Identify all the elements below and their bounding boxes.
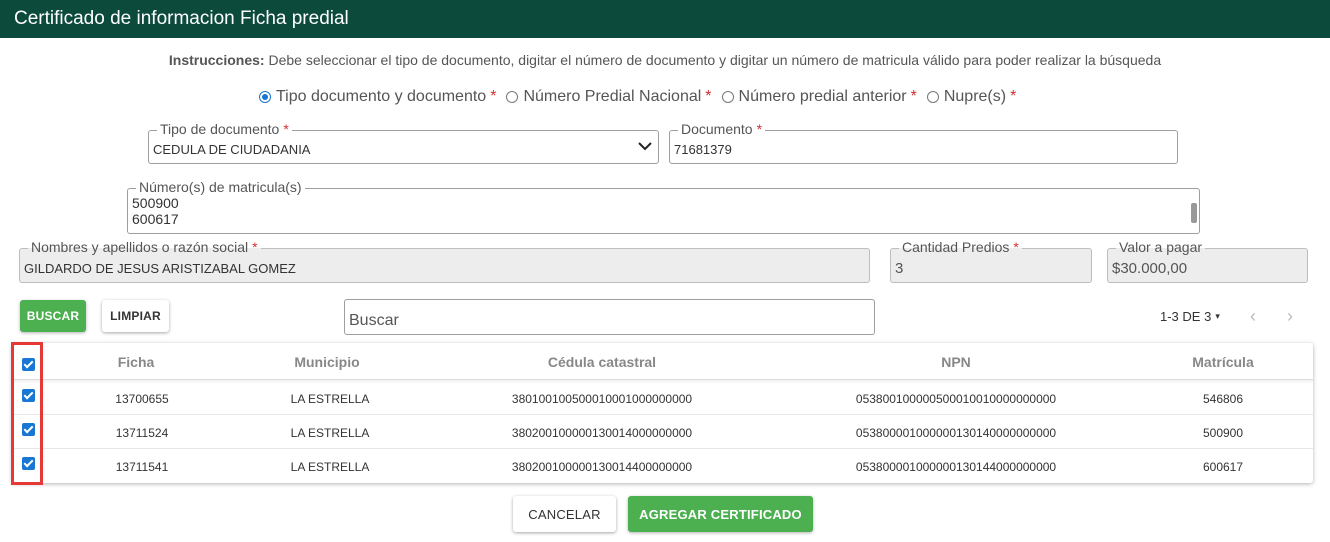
radio-button-checked-icon[interactable]: [259, 91, 271, 103]
results-table: Ficha Municipio Cédula catastral NPN Mat…: [12, 343, 1313, 483]
select-all-checkbox[interactable]: [22, 358, 35, 371]
instructions-text: Instrucciones: Debe seleccionar el tipo …: [0, 52, 1330, 68]
cell-npn: 053800001000000130144000000000: [855, 460, 1057, 474]
radio-label: Número Predial Nacional: [523, 88, 702, 105]
limpiar-button[interactable]: LIMPIAR: [102, 300, 169, 332]
cell-npn: 053800001000000130140000000000: [855, 426, 1057, 440]
cantidad-predios-value: 3: [895, 260, 904, 277]
chevron-right-icon[interactable]: ›: [1287, 306, 1293, 327]
table-row[interactable]: 13700655 LA ESTRELLA 3801001005000100010…: [12, 381, 1313, 415]
cell-matricula: 546806: [1202, 392, 1244, 406]
radio-tipo-documento[interactable]: Tipo documento y documento *: [259, 88, 496, 106]
column-header-cedula[interactable]: Cédula catastral: [548, 354, 656, 370]
row-checkbox[interactable]: [22, 457, 35, 470]
radio-label: Número predial anterior: [738, 88, 907, 105]
chevron-left-icon[interactable]: ‹: [1250, 306, 1256, 327]
documento-value: 71681379: [674, 142, 732, 157]
required-mark: *: [910, 88, 917, 105]
tipo-documento-select[interactable]: Tipo de documento * CEDULA DE CIUDADANIA: [148, 121, 659, 164]
textarea-scrollbar[interactable]: [1191, 203, 1197, 223]
valor-pagar-value: $30.000,00: [1112, 260, 1188, 277]
page-title: Certificado de informacion Ficha predial: [14, 8, 349, 29]
valor-pagar-label: Valor a pagar: [1116, 239, 1206, 255]
cell-cedula: 380200100000130014000000000: [511, 426, 693, 440]
cell-municipio: LA ESTRELLA: [290, 460, 370, 474]
required-mark: *: [705, 88, 712, 105]
radio-nupre[interactable]: Nupre(s) *: [926, 88, 1017, 106]
row-checkbox[interactable]: [22, 389, 35, 402]
required-mark: *: [1010, 88, 1017, 105]
cell-matricula: 500900: [1202, 426, 1244, 440]
cell-ficha: 13700655: [115, 392, 169, 406]
radio-npn[interactable]: Número Predial Nacional *: [506, 88, 712, 106]
pagination-text: 1-3 DE 3: [1160, 309, 1212, 324]
agregar-certificado-button[interactable]: AGREGAR CERTIFICADO: [628, 496, 813, 532]
documento-label: Documento *: [678, 121, 766, 137]
pagination-select[interactable]: 1-3 DE 3 ▾: [1160, 309, 1220, 324]
cell-npn: 053800100000500010010000000000: [855, 392, 1057, 406]
documento-field[interactable]: Documento * 71681379: [669, 121, 1178, 164]
radio-label: Tipo documento y documento: [276, 88, 487, 105]
cell-ficha: 13711541: [115, 460, 169, 474]
buscar-button[interactable]: BUSCAR: [20, 300, 86, 332]
radio-label: Nupre(s): [943, 88, 1007, 105]
valor-pagar-field: Valor a pagar $30.000,00: [1107, 239, 1308, 283]
nombres-value: GILDARDO DE JESUS ARISTIZABAL GOMEZ: [24, 261, 296, 276]
cell-ficha: 13711524: [115, 426, 169, 440]
chevron-down-icon[interactable]: [638, 139, 652, 153]
cantidad-predios-label: Cantidad Predios *: [899, 239, 1022, 255]
column-header-matricula[interactable]: Matrícula: [1192, 354, 1253, 370]
cell-matricula: 600617: [1202, 460, 1244, 474]
table-search-input[interactable]: [349, 312, 849, 330]
instructions-label: Instrucciones:: [168, 52, 265, 68]
matricula-line: 500900: [132, 195, 179, 211]
cell-municipio: LA ESTRELLA: [290, 426, 370, 440]
row-checkbox[interactable]: [22, 423, 35, 436]
cantidad-predios-field: Cantidad Predios * 3: [890, 239, 1092, 283]
matriculas-lines: 500900 600617: [132, 195, 179, 227]
tipo-documento-value: CEDULA DE CIUDADANIA: [153, 142, 311, 157]
table-header-row: Ficha Municipio Cédula catastral NPN Mat…: [12, 343, 1313, 380]
search-mode-group: Tipo documento y documento * Número Pred…: [259, 86, 1026, 108]
column-header-npn[interactable]: NPN: [941, 354, 971, 370]
required-mark: *: [490, 88, 497, 105]
nombres-field: Nombres y apellidos o razón social * GILD…: [19, 239, 870, 283]
column-header-ficha[interactable]: Ficha: [118, 354, 155, 370]
cell-cedula: 380200100000130014400000000: [511, 460, 693, 474]
radio-button-icon[interactable]: [721, 91, 734, 103]
cancelar-button[interactable]: CANCELAR: [513, 496, 616, 532]
radio-predial-anterior[interactable]: Número predial anterior *: [721, 88, 917, 106]
table-search-box[interactable]: [344, 299, 875, 335]
table-row[interactable]: 13711524 LA ESTRELLA 3802001000001300140…: [12, 415, 1313, 449]
matriculas-textarea[interactable]: Número(s) de matricula(s) 500900 600617: [127, 179, 1200, 234]
radio-button-icon[interactable]: [926, 91, 939, 103]
caret-down-icon[interactable]: ▾: [1215, 311, 1220, 322]
radio-button-icon[interactable]: [506, 91, 519, 103]
tipo-documento-label: Tipo de documento *: [157, 121, 292, 137]
cell-municipio: LA ESTRELLA: [290, 392, 370, 406]
matriculas-label: Número(s) de matricula(s): [136, 179, 305, 195]
cell-cedula: 380100100500010001000000000: [511, 392, 693, 406]
nombres-label: Nombres y apellidos o razón social *: [28, 239, 261, 255]
app-header: Certificado de informacion Ficha predial: [0, 0, 1330, 38]
column-header-municipio[interactable]: Municipio: [294, 354, 359, 370]
table-row[interactable]: 13711541 LA ESTRELLA 3802001000001300144…: [12, 449, 1313, 483]
instructions-body: Debe seleccionar el tipo de documento, d…: [268, 52, 1162, 68]
matricula-line: 600617: [132, 211, 179, 227]
